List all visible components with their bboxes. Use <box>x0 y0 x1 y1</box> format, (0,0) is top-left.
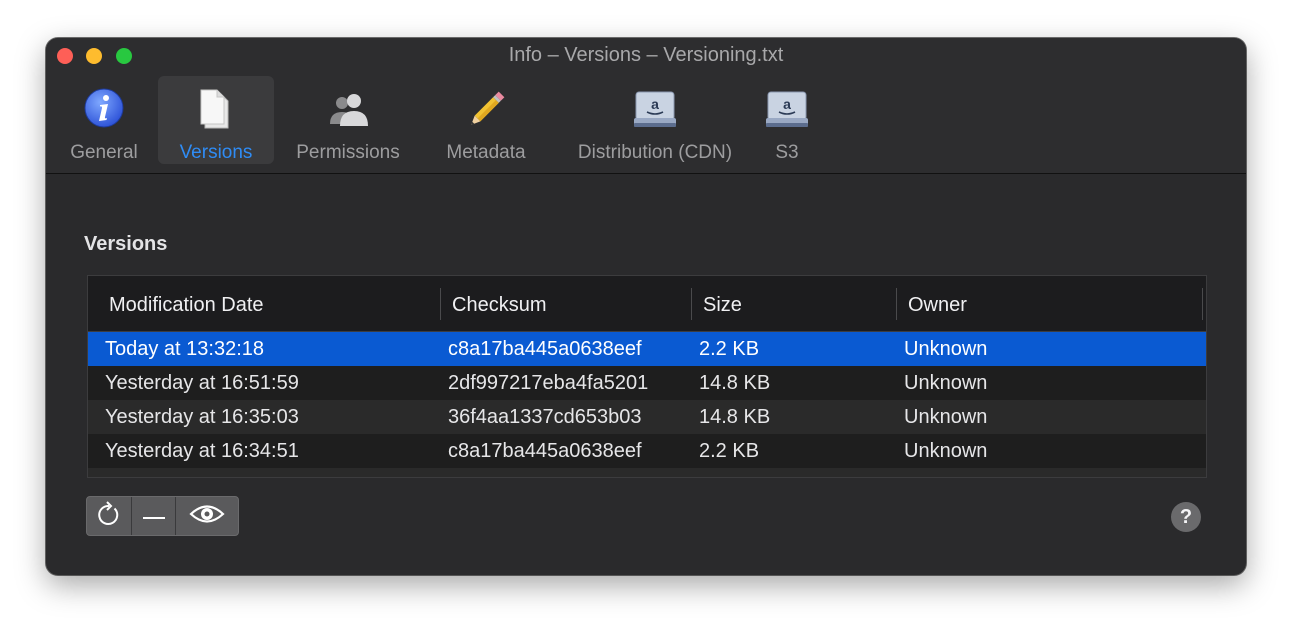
row-size: 14.8 KB <box>699 406 771 428</box>
info-icon <box>80 86 128 134</box>
row-date: Yesterday at 16:35:03 <box>105 406 299 428</box>
row-owner: Unknown <box>904 338 988 360</box>
tab-s3-label: S3 <box>775 142 799 163</box>
table-row[interactable]: Yesterday at 16:51:59 2df997217eba4fa520… <box>88 366 1206 400</box>
row-size: 2.2 KB <box>699 440 760 462</box>
svg-text:a: a <box>783 96 791 112</box>
table-header: Modification Date Checksum Size Owner <box>88 276 1206 332</box>
versions-table[interactable]: Modification Date Checksum Size Owner To… <box>87 275 1207 478</box>
row-date: Today at 13:32:18 <box>105 338 265 360</box>
column-divider[interactable] <box>691 288 692 320</box>
amazon-drive-icon: a <box>631 86 679 134</box>
tab-distribution-label: Distribution (CDN) <box>577 142 733 163</box>
window-title: Info – Versions – Versioning.txt <box>508 44 784 66</box>
remove-icon <box>142 507 165 525</box>
column-header-owner[interactable]: Owner <box>908 276 967 331</box>
row-owner: Unknown <box>904 372 988 394</box>
column-header-checksum[interactable]: Checksum <box>452 276 546 331</box>
tab-permissions[interactable]: Permissions <box>286 76 410 164</box>
tab-general[interactable]: General <box>60 76 148 164</box>
column-header-modification-date[interactable]: Modification Date <box>109 276 264 331</box>
row-checksum: c8a17ba445a0638eef <box>448 338 642 360</box>
svg-text:a: a <box>651 96 659 112</box>
tab-distribution-cdn[interactable]: a Distribution (CDN) <box>562 76 748 164</box>
column-header-size[interactable]: Size <box>703 276 742 331</box>
row-checksum: c8a17ba445a0638eef <box>448 440 642 462</box>
row-date: Yesterday at 16:34:51 <box>105 440 299 462</box>
column-divider[interactable] <box>1202 288 1203 320</box>
help-button[interactable]: ? <box>1171 502 1201 532</box>
table-row[interactable]: Today at 13:32:18 c8a17ba445a0638eef 2.2… <box>88 332 1206 366</box>
tab-permissions-label: Permissions <box>296 142 400 163</box>
row-size: 14.8 KB <box>699 372 771 394</box>
pencil-icon <box>462 86 510 134</box>
document-icon <box>192 86 240 134</box>
quicklook-button[interactable] <box>176 497 238 535</box>
row-owner: Unknown <box>904 406 988 428</box>
column-divider[interactable] <box>896 288 897 320</box>
row-checksum: 2df997217eba4fa5201 <box>448 372 649 394</box>
section-title: Versions <box>84 233 168 255</box>
table-row-empty <box>88 468 1206 477</box>
tab-metadata-label: Metadata <box>446 142 526 163</box>
revert-icon <box>96 500 122 533</box>
delete-version-button[interactable] <box>132 497 175 535</box>
row-size: 2.2 KB <box>699 338 760 360</box>
title-bar: Info – Versions – Versioning.txt General… <box>46 38 1246 174</box>
table-row[interactable]: Yesterday at 16:35:03 36f4aa1337cd653b03… <box>88 400 1206 434</box>
users-icon <box>324 86 372 134</box>
column-divider[interactable] <box>440 288 441 320</box>
tab-versions-label: Versions <box>179 142 253 163</box>
tab-versions[interactable]: Versions <box>158 76 274 164</box>
quicklook-eye-icon <box>189 503 225 530</box>
row-checksum: 36f4aa1337cd653b03 <box>448 406 642 428</box>
table-row[interactable]: Yesterday at 16:34:51 c8a17ba445a0638eef… <box>88 434 1206 468</box>
revert-button[interactable] <box>87 497 131 535</box>
tab-metadata[interactable]: Metadata <box>438 76 534 164</box>
tab-general-label: General <box>70 142 138 163</box>
row-owner: Unknown <box>904 440 988 462</box>
info-window: Info – Versions – Versioning.txt General… <box>46 38 1246 575</box>
row-date: Yesterday at 16:51:59 <box>105 372 299 394</box>
tab-s3[interactable]: a S3 <box>764 76 810 164</box>
version-actions-segmented-control <box>86 496 239 536</box>
amazon-drive-icon: a <box>763 86 811 134</box>
